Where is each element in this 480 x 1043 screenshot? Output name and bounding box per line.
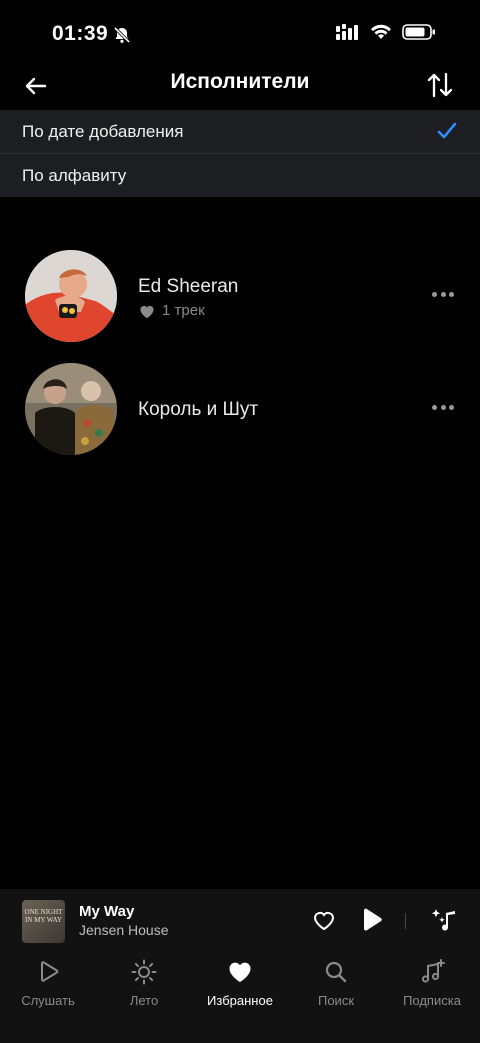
tab-label: Подписка <box>403 993 461 1008</box>
wifi-icon <box>371 24 391 39</box>
sort-icon[interactable] <box>426 70 454 100</box>
artist-name: Король и Шут <box>138 399 259 420</box>
track-artist: Jensen House <box>79 922 169 938</box>
sort-menu: По дате добавления По алфавиту <box>0 110 480 197</box>
search-icon <box>325 961 347 983</box>
tab-label: Избранное <box>207 993 273 1008</box>
sort-option-alphabetical[interactable]: По алфавиту <box>0 154 480 197</box>
list-item[interactable]: Король и Шут <box>0 363 480 459</box>
my-wave-music-icon[interactable] <box>430 907 458 935</box>
heart-icon <box>140 305 154 318</box>
sort-option-label: По дате добавления <box>22 122 184 141</box>
tab-favorites[interactable]: Избранное <box>192 959 288 1019</box>
status-icons <box>336 24 436 40</box>
artist-avatar <box>25 363 117 455</box>
list-item[interactable]: Ed Sheeran 1 трек <box>0 250 480 346</box>
more-options-icon[interactable] <box>432 405 454 413</box>
play-icon[interactable] <box>359 907 383 933</box>
tab-summer[interactable]: Лето <box>96 959 192 1019</box>
tab-label: Лето <box>129 993 159 1008</box>
tab-listen[interactable]: Слушать <box>0 959 96 1019</box>
liked-tracks-label: 1 трек <box>162 302 205 319</box>
tab-label: Поиск <box>317 993 355 1008</box>
tab-search[interactable]: Поиск <box>288 959 384 1019</box>
more-options-icon[interactable] <box>432 292 454 300</box>
divider <box>405 913 406 929</box>
play-icon <box>41 961 59 982</box>
mini-player[interactable]: ONE NIGHT IN MY WAY My Way Jensen House <box>0 889 480 953</box>
liked-tracks-count: 1 трек <box>138 302 205 319</box>
tab-subscription[interactable]: Подписка <box>384 959 480 1019</box>
page-title: Исполнители <box>170 70 310 93</box>
bell-muted-icon <box>113 26 131 44</box>
heart-icon <box>229 962 251 982</box>
header: Исполнители <box>0 60 480 110</box>
status-time: 01:39 <box>52 22 109 45</box>
album-cover: ONE NIGHT IN MY WAY <box>22 900 65 943</box>
signal-icon <box>336 24 358 40</box>
battery-icon <box>402 24 435 40</box>
sort-option-date-added[interactable]: По дате добавления <box>0 110 480 153</box>
artist-list: Ed Sheeran 1 трек Король и Шут <box>0 150 480 890</box>
like-heart-icon[interactable] <box>312 909 336 931</box>
album-cover-text: ONE NIGHT IN MY WAY <box>24 908 63 924</box>
track-title: My Way <box>79 903 135 920</box>
checkmark-icon <box>437 122 457 139</box>
tab-bar: Слушать Лето Избранное Поиск Подписка <box>0 953 480 1043</box>
sun-icon <box>131 959 157 985</box>
music-plus-icon <box>421 959 445 983</box>
artist-avatar <box>25 250 117 342</box>
artist-name: Ed Sheeran <box>138 276 239 297</box>
tab-label: Слушать <box>21 993 75 1008</box>
sort-option-label: По алфавиту <box>22 166 127 185</box>
